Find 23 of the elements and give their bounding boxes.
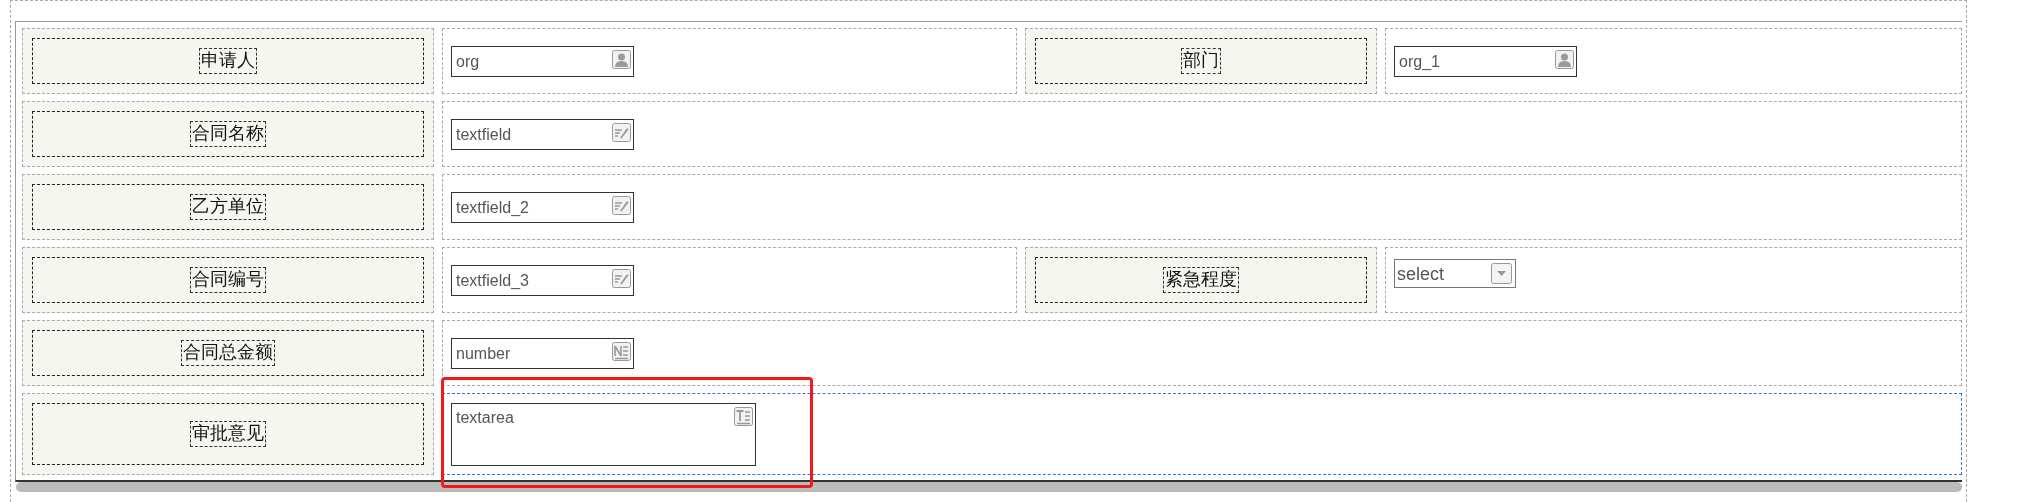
text-field[interactable]: textfield (451, 119, 634, 150)
number-field-icon (612, 342, 631, 361)
field-label: 部门 (1181, 48, 1221, 74)
number-field[interactable]: number (451, 338, 634, 369)
person-icon (1555, 50, 1574, 69)
person-icon (612, 50, 631, 69)
text-area-icon (734, 407, 753, 426)
field-label: 紧急程度 (1163, 267, 1239, 293)
field-label: 合同总金额 (181, 340, 275, 366)
text-field[interactable]: textfield_2 (451, 192, 634, 223)
field-label: 合同名称 (190, 121, 266, 147)
text-area-field[interactable]: textarea (451, 403, 756, 466)
field-label: 审批意见 (190, 421, 266, 447)
edit-icon (612, 269, 631, 288)
select-dropdown[interactable]: select (1394, 259, 1516, 288)
org-picker-field[interactable]: org_1 (1394, 46, 1577, 77)
org-picker-field[interactable]: org (451, 46, 634, 77)
edit-icon (612, 196, 631, 215)
text-field[interactable]: textfield_3 (451, 265, 634, 296)
field-label: 乙方单位 (190, 194, 266, 220)
field-label: 申请人 (199, 48, 257, 74)
field-label: 合同编号 (190, 267, 266, 293)
edit-icon (612, 123, 631, 142)
